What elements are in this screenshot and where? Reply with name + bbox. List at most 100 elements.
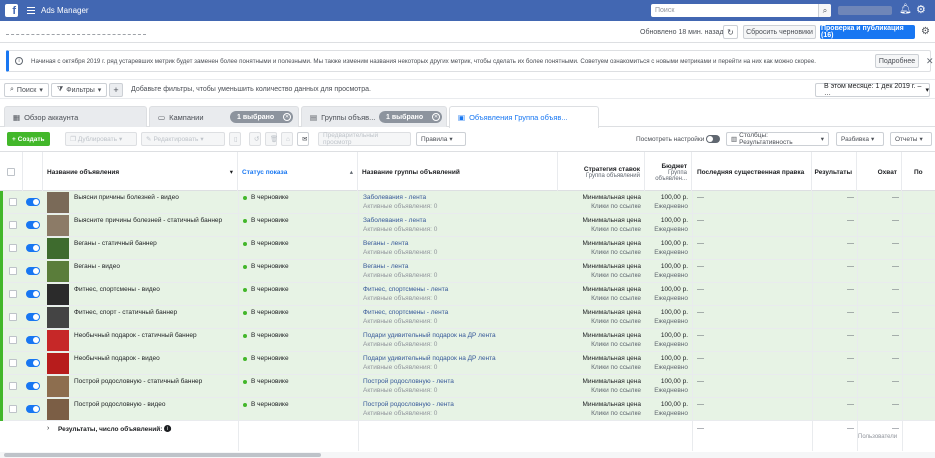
- breakdown-dropdown[interactable]: Разбивка ▾: [836, 132, 884, 146]
- add-filter-icon[interactable]: +: [109, 83, 123, 97]
- discard-icon[interactable]: ↺: [249, 132, 261, 146]
- column-header-budget[interactable]: Бюджет Группа объявлен...: [645, 152, 692, 192]
- ad-on-off-toggle[interactable]: [26, 221, 40, 229]
- account-selector[interactable]: [6, 28, 146, 35]
- tab-account-overview[interactable]: ▦ Обзор аккаунта: [4, 106, 147, 127]
- notifications-bell-icon[interactable]: 🔔︎: [899, 4, 912, 15]
- ad-thumbnail[interactable]: [47, 353, 69, 374]
- ad-thumbnail[interactable]: [47, 192, 69, 213]
- ad-set-link[interactable]: Заболевания - лента: [363, 217, 426, 224]
- search-dropdown[interactable]: ⌕ Поиск ▾: [4, 83, 49, 97]
- create-button[interactable]: + Создать: [7, 132, 50, 146]
- rules-dropdown[interactable]: Правила ▾: [416, 132, 466, 146]
- learn-more-button[interactable]: Подробнее: [875, 54, 919, 68]
- tab-ad-sets[interactable]: ▤ Группы объяв... 1 выбрано ✕: [301, 106, 447, 127]
- discard-drafts-button[interactable]: Сбросить черновики: [743, 25, 816, 39]
- row-checkbox[interactable]: [9, 405, 17, 413]
- ad-set-link[interactable]: Построй родословную - лента: [363, 401, 454, 408]
- close-icon[interactable]: ✕: [926, 56, 934, 67]
- duplicate-button[interactable]: ❐ Дублировать ▾: [65, 132, 137, 146]
- ad-name[interactable]: Выясни причины болезней - видео: [74, 194, 179, 201]
- ad-set-link[interactable]: Фитнес, спортсмены - лента: [363, 309, 448, 316]
- scrollbar-thumb[interactable]: [4, 453, 321, 457]
- user-name[interactable]: [838, 6, 892, 15]
- row-checkbox[interactable]: [9, 267, 17, 275]
- clear-selection-icon[interactable]: ✕: [283, 113, 291, 121]
- reports-dropdown[interactable]: Отчеты ▾: [890, 132, 932, 146]
- search-input[interactable]: Поиск: [651, 4, 831, 17]
- ad-on-off-toggle[interactable]: [26, 313, 40, 321]
- filters-dropdown[interactable]: ⧩ Фильтры ▾: [51, 83, 108, 97]
- ad-name[interactable]: Построй родословную - видео: [74, 401, 165, 408]
- ad-name[interactable]: Построй родословную - статичный баннер: [74, 378, 202, 385]
- ad-on-off-toggle[interactable]: [26, 336, 40, 344]
- ad-name[interactable]: Выясните причины болезней - статичный ба…: [74, 217, 222, 224]
- ad-name[interactable]: Необычный подарок - видео: [74, 355, 160, 362]
- tag-icon[interactable]: ⌂: [281, 132, 293, 146]
- ad-on-off-toggle[interactable]: [26, 359, 40, 367]
- table-row[interactable]: Фитнес, спортсмены - видео В черновике Фит…: [0, 283, 935, 306]
- ad-set-link[interactable]: Фитнес, спортсмены - лента: [363, 286, 448, 293]
- table-row[interactable]: Веганы - статичный баннер В черновике Вега…: [0, 237, 935, 260]
- preview-button[interactable]: Предварительный просмотр: [318, 132, 411, 146]
- column-header-status[interactable]: Статус показа ▴: [238, 152, 358, 192]
- ad-thumbnail[interactable]: [47, 307, 69, 328]
- ad-on-off-toggle[interactable]: [26, 198, 40, 206]
- ad-on-off-toggle[interactable]: [26, 267, 40, 275]
- settings-gear-icon[interactable]: ⚙: [916, 3, 926, 16]
- row-checkbox[interactable]: [9, 290, 17, 298]
- delete-icon[interactable]: 🗑︎: [265, 132, 278, 146]
- ad-on-off-toggle[interactable]: [26, 382, 40, 390]
- ad-thumbnail[interactable]: [47, 330, 69, 351]
- expand-chevron-icon[interactable]: ›: [47, 425, 49, 432]
- ad-set-link[interactable]: Веганы - лента: [363, 240, 408, 247]
- view-settings-toggle[interactable]: [706, 135, 720, 143]
- menu-icon[interactable]: [27, 7, 35, 14]
- refresh-icon[interactable]: ↻: [723, 25, 738, 39]
- ad-on-off-toggle[interactable]: [26, 405, 40, 413]
- row-checkbox[interactable]: [9, 359, 17, 367]
- ad-set-link[interactable]: Подари удивительный подарок на ДР лента: [363, 332, 496, 339]
- facebook-logo-icon[interactable]: f: [5, 4, 18, 17]
- row-checkbox[interactable]: [9, 382, 17, 390]
- row-checkbox[interactable]: [9, 244, 17, 252]
- ad-on-off-toggle[interactable]: [26, 244, 40, 252]
- account-settings-icon[interactable]: ⚙: [921, 26, 930, 37]
- adsets-selected-badge[interactable]: 1 выбрано ✕: [379, 111, 442, 123]
- table-row[interactable]: Выясни причины болезней - видео В чернови…: [0, 191, 935, 214]
- table-row[interactable]: Построй родословную - видео В черновике По…: [0, 398, 935, 421]
- ad-thumbnail[interactable]: [47, 376, 69, 397]
- ad-name[interactable]: Фитнес, спорт - статичный баннер: [74, 309, 177, 316]
- ad-set-link[interactable]: Заболевания - лента: [363, 194, 426, 201]
- column-header-ad-name[interactable]: Название объявления ▾: [43, 152, 238, 192]
- ad-name[interactable]: Веганы - видео: [74, 263, 120, 270]
- tab-campaigns[interactable]: ▭ Кампании 1 выбрано ✕: [149, 106, 299, 127]
- table-row[interactable]: Необычный подарок - видео В черновике Пода…: [0, 352, 935, 375]
- row-checkbox[interactable]: [9, 198, 17, 206]
- ab-test-icon[interactable]: ▯: [229, 132, 241, 146]
- column-header-last-edit[interactable]: Последняя существенная правка: [692, 152, 812, 192]
- ad-thumbnail[interactable]: [47, 215, 69, 236]
- ad-thumbnail[interactable]: [47, 238, 69, 259]
- search-icon[interactable]: ⌕: [818, 4, 831, 17]
- table-row[interactable]: Веганы - видео В черновике Веганы - лента А…: [0, 260, 935, 283]
- ad-set-link[interactable]: Подари удивительный подарок на ДР лента: [363, 355, 496, 362]
- horizontal-scrollbar[interactable]: [0, 452, 935, 458]
- row-checkbox[interactable]: [9, 336, 17, 344]
- tab-ads[interactable]: ▣ Объявления Группа объяв...: [449, 106, 599, 128]
- columns-dropdown[interactable]: ▥ Столбцы: Результативность ▾: [726, 132, 829, 146]
- ad-name[interactable]: Веганы - статичный баннер: [74, 240, 157, 247]
- review-publish-button[interactable]: Проверка и публикация (16): [820, 25, 915, 39]
- column-header-bid-strategy[interactable]: Стратегия ставок Группа объявлений: [558, 152, 645, 192]
- ad-thumbnail[interactable]: [47, 261, 69, 282]
- column-header-reach[interactable]: Охват: [857, 152, 902, 192]
- table-row[interactable]: Построй родословную - статичный баннер В …: [0, 375, 935, 398]
- column-header-more[interactable]: По: [902, 152, 935, 192]
- ad-thumbnail[interactable]: [47, 399, 69, 420]
- comment-icon[interactable]: ✉: [297, 132, 309, 146]
- column-header-ad-set-name[interactable]: Название группы объявлений: [358, 152, 558, 192]
- row-checkbox[interactable]: [9, 221, 17, 229]
- column-header-results[interactable]: Результаты: [812, 152, 857, 192]
- table-row[interactable]: Выясните причины болезней - статичный ба…: [0, 214, 935, 237]
- ad-thumbnail[interactable]: [47, 284, 69, 305]
